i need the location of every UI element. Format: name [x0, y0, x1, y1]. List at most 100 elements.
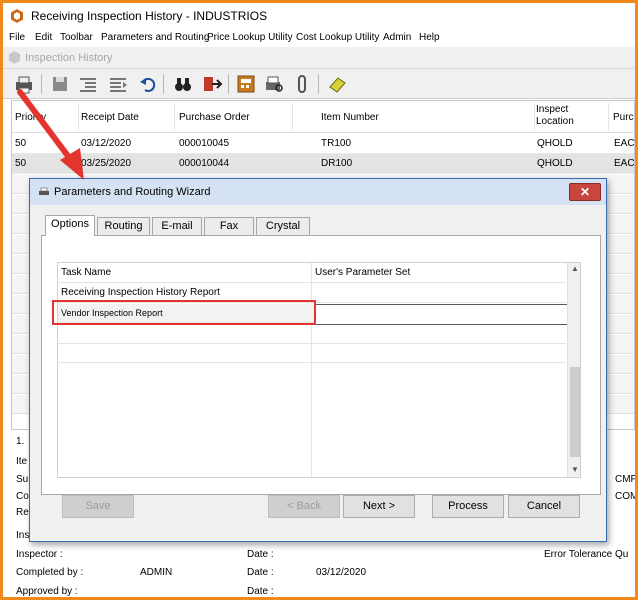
column-header-purchase-uom[interactable]: Purch [613, 112, 634, 123]
error-tolerance-label: Error Tolerance Qu [544, 549, 629, 560]
table-row[interactable]: 50 03/12/2020 000010045 TR100 QHOLD EACH [12, 134, 635, 154]
cell-receipt-date: 03/12/2020 [81, 138, 132, 149]
binoculars-icon[interactable] [172, 73, 194, 95]
column-header-purchase-order[interactable]: Purchase Order [179, 112, 250, 123]
column-separator [292, 103, 293, 131]
cell-priority: 50 [15, 158, 27, 169]
cell-priority: 50 [15, 138, 27, 149]
cell-uom: EACH [614, 158, 635, 169]
date-label: Date : [247, 549, 274, 560]
app-logo-icon [9, 51, 20, 64]
eraser-icon[interactable] [326, 73, 348, 95]
back-button[interactable]: < Back [268, 495, 340, 518]
next-button[interactable]: Next > [343, 495, 415, 518]
parameters-routing-dialog: Parameters and Routing Wizard ✕ Options … [29, 178, 607, 542]
task-name: Receiving Inspection History Report [61, 287, 220, 298]
completed-by-label: Completed by : [16, 567, 84, 578]
parameter-set-input[interactable] [314, 304, 569, 325]
task-list-header: Task Name User's Parameter Set [58, 263, 566, 283]
cancel-button[interactable]: Cancel [508, 495, 580, 518]
completed-by-value: ADMIN [140, 567, 173, 578]
child-window-title: Inspection History [25, 52, 113, 64]
tab-crystal[interactable]: Crystal [256, 217, 310, 235]
column-header-priority[interactable]: Priority [15, 112, 46, 123]
child-window-title-bar: Inspection History [3, 47, 635, 69]
date-label: Date : [247, 586, 274, 597]
tab-email[interactable]: E-mail [152, 217, 202, 235]
menu-toolbar[interactable]: Toolbar [60, 32, 93, 43]
column-header-item-number[interactable]: Item Number [321, 112, 379, 123]
approved-by-label: Approved by : [16, 586, 78, 597]
tab-routing[interactable]: Routing [97, 217, 150, 235]
label-fragment: Co [16, 491, 29, 502]
menu-cost-lookup-utility[interactable]: Cost Lookup Utility [296, 32, 379, 43]
cell-purchase-order: 000010044 [179, 158, 230, 169]
menu-bar: File Edit Toolbar Parameters and Routing… [3, 29, 635, 47]
column-header-inspect-location[interactable]: Inspect Location [536, 104, 574, 128]
label-fragment: Re [16, 507, 29, 518]
column-separator [608, 103, 609, 131]
menu-help[interactable]: Help [419, 32, 440, 43]
tab-options[interactable]: Options [45, 215, 95, 236]
toolbar-separator [163, 74, 164, 94]
undo-icon[interactable] [137, 73, 159, 95]
menu-parameters-and-routing[interactable]: Parameters and Routing [101, 32, 209, 43]
cell-inspect-location: QHOLD [537, 138, 573, 149]
menu-edit[interactable]: Edit [35, 32, 52, 43]
print-preview-icon[interactable] [263, 73, 285, 95]
toolbar-separator [228, 74, 229, 94]
value-fragment: COM [615, 491, 638, 502]
tab-fax[interactable]: Fax [204, 217, 254, 235]
dialog-title-bar: Parameters and Routing Wizard ✕ [30, 179, 606, 205]
menu-file[interactable]: File [9, 32, 25, 43]
title-bar: Receiving Inspection History - INDUSTRIO… [3, 3, 635, 29]
label-fragment: Su [16, 474, 29, 485]
column-header-receipt-date[interactable]: Receipt Date [81, 112, 139, 123]
inspector-label: Inspector : [16, 549, 63, 560]
toolbar-separator [318, 74, 319, 94]
task-list: Task Name User's Parameter Set Receiving… [57, 262, 581, 478]
calculator-icon[interactable] [235, 73, 257, 95]
empty-row [58, 344, 566, 363]
toolbar-separator [41, 74, 42, 94]
column-separator [78, 103, 79, 131]
cell-inspect-location: QHOLD [537, 158, 573, 169]
cell-uom: EACH [614, 138, 635, 149]
save-icon[interactable] [49, 73, 71, 95]
vertical-scrollbar[interactable]: ▲ ▼ [567, 263, 580, 477]
cell-receipt-date: 03/25/2020 [81, 158, 132, 169]
dialog-title: Parameters and Routing Wizard [54, 186, 211, 198]
exit-icon[interactable] [201, 73, 223, 95]
close-button[interactable]: ✕ [569, 183, 601, 201]
cell-purchase-order: 000010045 [179, 138, 230, 149]
attachment-icon[interactable] [291, 73, 313, 95]
table-row[interactable]: 50 03/25/2020 000010044 DR100 QHOLD EACH [12, 154, 635, 174]
date-label: Date : [247, 567, 274, 578]
column-header-task-name[interactable]: Task Name [61, 267, 111, 278]
print-icon[interactable] [13, 73, 35, 95]
column-header-parameter-set[interactable]: User's Parameter Set [315, 267, 410, 278]
toolbar [3, 69, 635, 99]
value-fragment: CMP [615, 474, 638, 485]
window-title: Receiving Inspection History - INDUSTRIO… [31, 9, 268, 23]
save-button[interactable]: Save [62, 495, 134, 518]
label-fragment: Ite [16, 456, 28, 467]
process-button[interactable]: Process [432, 495, 504, 518]
highlight-box [52, 300, 316, 325]
column-separator [174, 103, 175, 131]
label-fragment: Ins [16, 530, 30, 541]
outdent-icon[interactable] [107, 73, 129, 95]
header-line: Location [536, 116, 574, 127]
app-logo-icon [11, 9, 23, 23]
scrollbar-thumb[interactable] [570, 367, 580, 457]
menu-admin[interactable]: Admin [383, 32, 411, 43]
scroll-up-icon[interactable]: ▲ [568, 263, 580, 275]
menu-price-lookup-utility[interactable]: Price Lookup Utility [207, 32, 293, 43]
scroll-down-icon[interactable]: ▼ [568, 464, 580, 476]
print-icon [39, 187, 49, 195]
cell-item-number: DR100 [321, 158, 353, 169]
grid-header: Priority Receipt Date Purchase Order Ite… [12, 101, 634, 133]
indent-icon[interactable] [77, 73, 99, 95]
completed-date-value: 03/12/2020 [316, 567, 367, 578]
column-separator [534, 103, 535, 131]
